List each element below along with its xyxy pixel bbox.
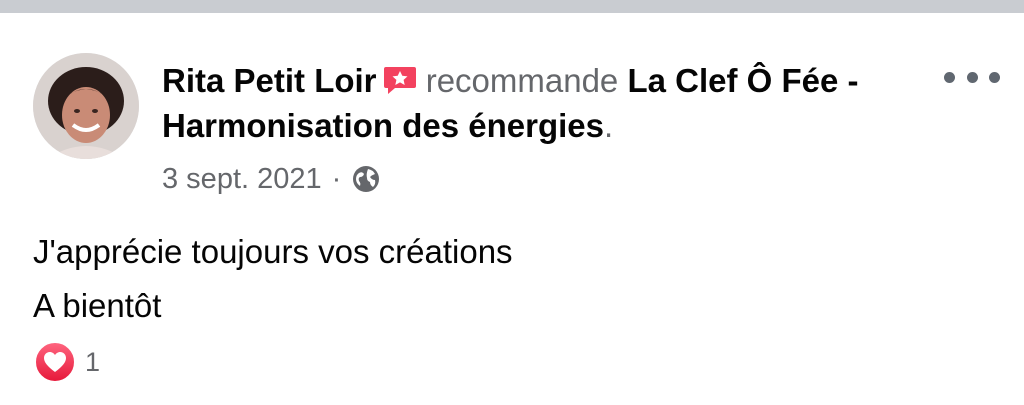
recommendation-star-icon (383, 65, 417, 95)
post-header: Rita Petit Loir recommande La Clef Ô Fée… (162, 58, 922, 148)
avatar-photo (33, 53, 139, 159)
post-meta: 3 sept. 2021 · (162, 161, 381, 197)
reaction-summary[interactable]: 1 (33, 340, 100, 384)
more-options-button[interactable] (944, 65, 1000, 89)
post-body-line: J'apprécie toujours vos créations (33, 233, 513, 270)
post-date[interactable]: 3 sept. 2021 (162, 161, 322, 197)
reaction-count: 1 (85, 346, 101, 377)
more-dot-icon (989, 71, 1000, 83)
post-body-line: A bientôt (33, 287, 162, 324)
author-name[interactable]: Rita Petit Loir (162, 62, 377, 99)
action-verb: recommande (425, 62, 619, 99)
more-dot-icon (966, 71, 978, 83)
feed-divider (0, 0, 1024, 13)
love-reaction-icon (33, 340, 77, 384)
header-period: . (603, 107, 614, 144)
post-body: J'apprécie toujours vos créations A bien… (33, 225, 513, 333)
meta-separator: · (331, 163, 342, 195)
recommendation-post: Rita Petit Loir recommande La Clef Ô Fée… (0, 13, 1024, 405)
more-dot-icon (944, 71, 955, 83)
globe-icon (351, 164, 381, 194)
avatar[interactable] (33, 53, 139, 159)
